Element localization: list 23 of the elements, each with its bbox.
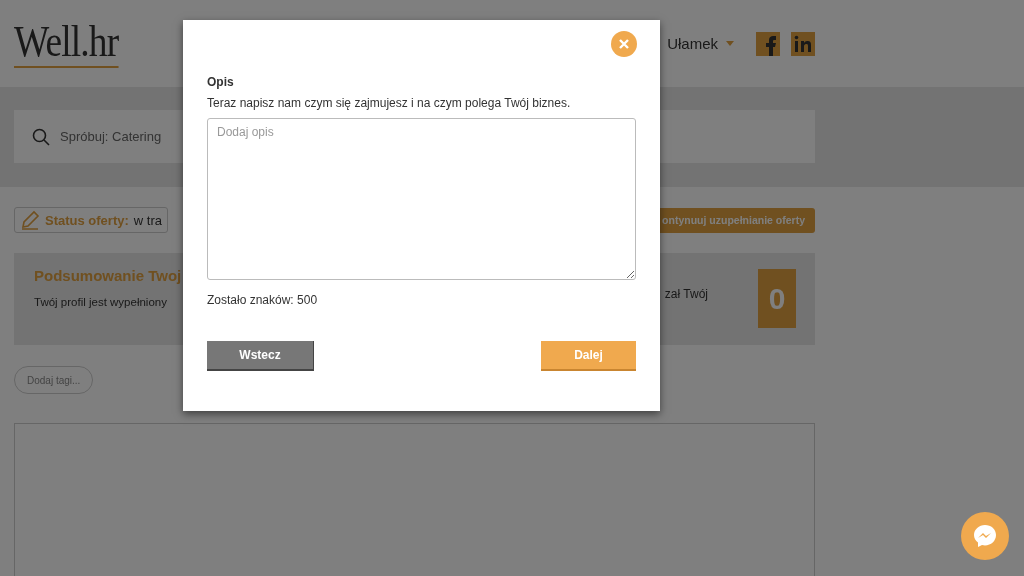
summary-text: Twój profil jest wypełniony: [34, 296, 168, 308]
count-badge: 0: [758, 269, 796, 328]
user-menu[interactable]: Ułamek: [667, 35, 734, 52]
summary-text: zał Twój: [664, 287, 708, 301]
back-button[interactable]: Wstecz: [207, 341, 314, 371]
chat-button[interactable]: [961, 512, 1009, 560]
close-icon: [619, 39, 629, 49]
character-counter: Zostało znaków: 500: [207, 293, 319, 307]
status-label: Status oferty:: [45, 212, 129, 228]
status-value: w tra: [133, 212, 162, 228]
description-field[interactable]: Dodaj opis: [207, 118, 636, 280]
caret-icon: [726, 41, 734, 46]
logo[interactable]: Well.hr: [14, 19, 119, 68]
search-icon: [32, 127, 50, 146]
modal-title: Opis: [207, 75, 235, 89]
facebook-icon[interactable]: [756, 31, 780, 56]
modal-description: Teraz napisz nam czym się zajmujesz i na czym polega Twój biznes.: [207, 96, 572, 110]
search-placeholder: Spróbuj: Catering: [60, 129, 162, 144]
pencil-icon: [20, 210, 40, 230]
add-tags-button[interactable]: Dodaj tagi...: [14, 366, 94, 394]
summary-title: Podsumowanie Twoj: [34, 267, 182, 284]
linkedin-icon[interactable]: [791, 31, 815, 56]
chat-icon: [971, 522, 999, 550]
